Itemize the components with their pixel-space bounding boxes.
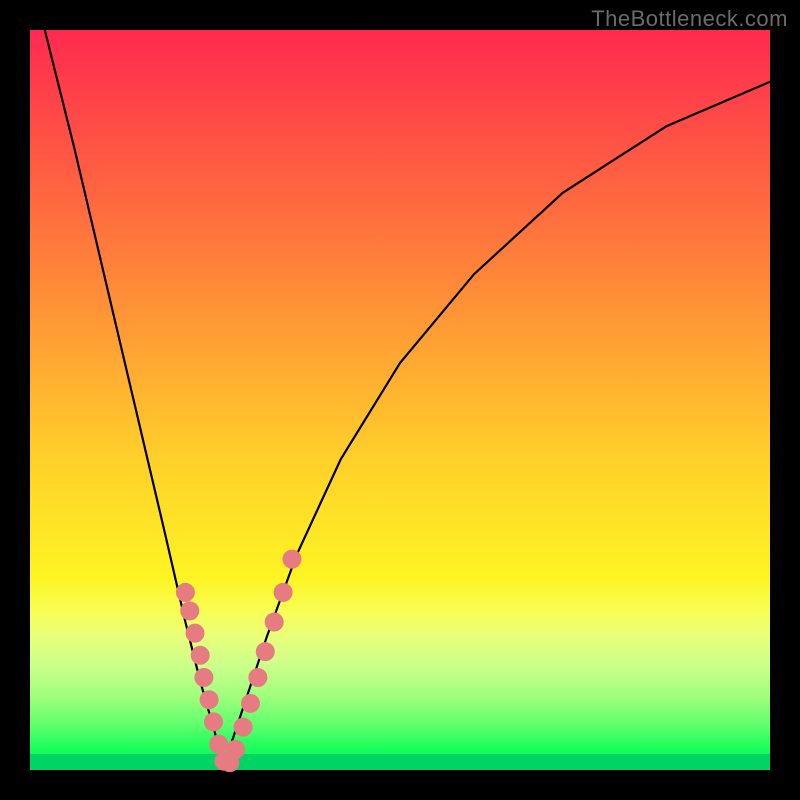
chart-svg (30, 30, 770, 770)
marker-dot (234, 718, 252, 736)
marker-dot (191, 646, 209, 664)
marker-dot (227, 740, 245, 758)
marker-dot (265, 613, 283, 631)
watermark-text: TheBottleneck.com (591, 6, 788, 32)
marker-dot (210, 735, 228, 753)
chart-frame: TheBottleneck.com (0, 0, 800, 800)
marker-dot (205, 713, 223, 731)
marker-dot (242, 694, 260, 712)
marker-dot (200, 691, 218, 709)
marker-dot (176, 583, 194, 601)
bottleneck-curve (45, 30, 770, 770)
marker-dot (249, 669, 267, 687)
marker-group (176, 550, 301, 772)
marker-dot (195, 669, 213, 687)
marker-dot (283, 550, 301, 568)
marker-dot (256, 643, 274, 661)
marker-dot (186, 624, 204, 642)
marker-dot (181, 602, 199, 620)
marker-dot (274, 583, 292, 601)
plot-area (30, 30, 770, 770)
